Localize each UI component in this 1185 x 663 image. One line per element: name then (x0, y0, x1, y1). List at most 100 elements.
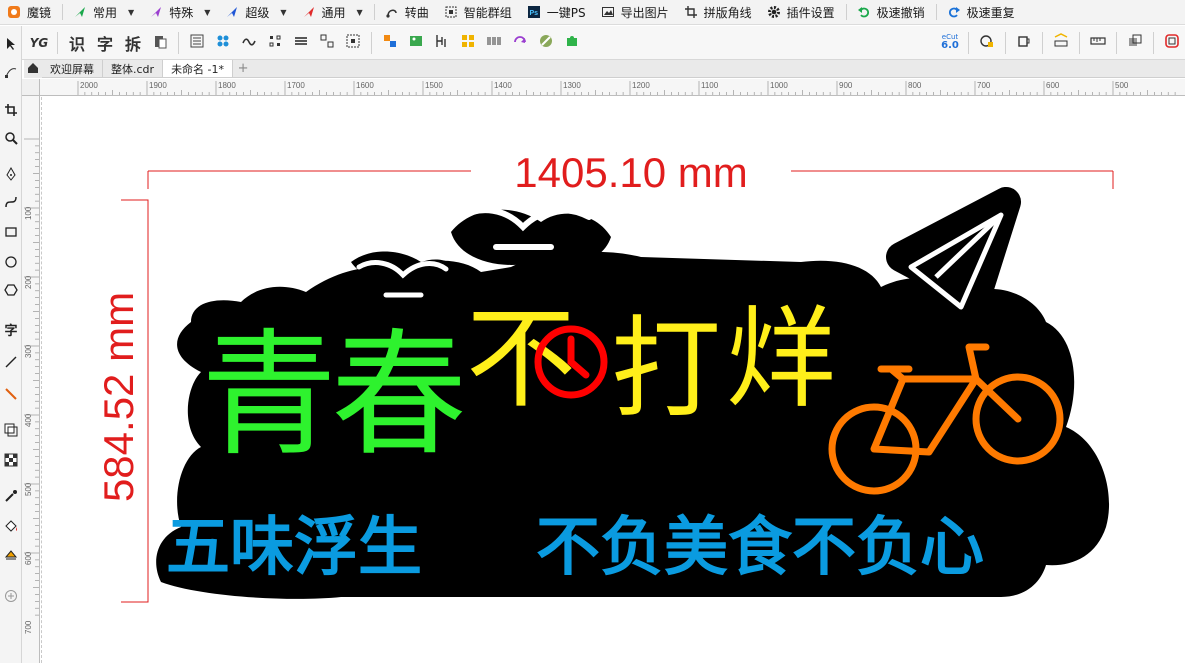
barcode-button[interactable] (482, 31, 506, 55)
text-button[interactable]: 字 (92, 31, 118, 55)
secondary-toolbar: YG 识 字 拆 eCut 6.0 (0, 26, 1185, 60)
ecut-button[interactable]: eCut 6.0 (938, 31, 962, 55)
tab-welcome[interactable]: 欢迎屏幕 (42, 60, 103, 77)
hexagon-icon (4, 283, 18, 300)
separator (935, 4, 937, 20)
wave-button[interactable] (237, 31, 261, 55)
crop-marks-icon (683, 4, 699, 20)
ruler-corner[interactable] (22, 79, 40, 96)
cup-button[interactable] (1012, 31, 1036, 55)
menu-item-label: 通用 (321, 5, 346, 20)
action-label: 插件设置 (786, 5, 835, 20)
home-tab-icon-box[interactable] (24, 60, 42, 78)
action-label: 导出图片 (620, 5, 669, 20)
convert-curve-button[interactable]: 转曲 (378, 0, 437, 25)
convert-curve-icon (384, 4, 400, 20)
pick-tool[interactable] (2, 36, 20, 54)
plugin-settings-button[interactable]: 插件设置 (760, 0, 843, 25)
split-button[interactable]: 拆 (120, 31, 146, 55)
ruler-label: 600 (1046, 81, 1060, 90)
pen-nib-icon (4, 166, 18, 184)
quick-redo-button[interactable]: 极速重复 (940, 0, 1023, 25)
interactive-fill-tool[interactable] (2, 546, 20, 564)
arrange-icon (1127, 33, 1143, 52)
repeat-button[interactable] (508, 31, 532, 55)
rectangle-tool[interactable] (2, 224, 20, 242)
drawing-canvas[interactable]: 1405.10 mm 584.52 mm 青 春 不 打 烊 五味浮生 不负美食… (41, 97, 1185, 663)
line-tool[interactable] (2, 354, 20, 372)
add-tool-button[interactable] (2, 588, 20, 606)
crop-tool[interactable] (2, 102, 20, 120)
column-button[interactable] (430, 31, 454, 55)
separator (1005, 31, 1006, 54)
menu-item-general[interactable]: 通用 ▼ (295, 0, 371, 25)
red-frame-button[interactable] (1160, 31, 1184, 55)
menu-item-special[interactable]: 特殊 ▼ (142, 0, 218, 25)
yg-logo-button[interactable]: YG (27, 31, 51, 55)
connector-tool[interactable] (2, 386, 20, 404)
dots-button[interactable] (263, 31, 287, 55)
polygon-tool[interactable] (2, 282, 20, 300)
crop-marks-button[interactable]: 拼版角线 (677, 0, 760, 25)
measure-button[interactable] (1049, 31, 1073, 55)
list-button[interactable] (185, 31, 209, 55)
vertical-ruler[interactable]: 100 200 300 400 500 600 700 (22, 96, 40, 663)
pattern-button[interactable] (211, 31, 235, 55)
lines-button[interactable] (289, 31, 313, 55)
ruler-label: 900 (839, 81, 853, 90)
separator (968, 31, 969, 54)
green-arrow-icon (72, 4, 88, 20)
node-tool[interactable] (2, 64, 20, 82)
transparency-tool[interactable] (2, 452, 20, 470)
pen-tool-button[interactable] (534, 31, 558, 55)
text-tool[interactable]: 字 (2, 320, 20, 339)
repeat-icon (512, 33, 528, 52)
tab-document-whole[interactable]: 整体.cdr (103, 60, 164, 77)
tab-untitled[interactable]: 未命名 -1* (163, 60, 234, 77)
title-char-yang: 烊 (726, 295, 836, 423)
export-image-button[interactable]: 导出图片 (594, 0, 677, 25)
app-menu[interactable]: 魔镜 (0, 0, 59, 25)
curve-tool[interactable] (2, 194, 20, 212)
menu-item-common[interactable]: 常用 ▼ (66, 0, 142, 25)
interactive-fill-icon (4, 547, 18, 564)
separator (1079, 31, 1080, 54)
pen-tool[interactable] (2, 166, 20, 184)
align-button[interactable] (315, 31, 339, 55)
select-box-button[interactable] (341, 31, 365, 55)
ellipse-tool[interactable] (2, 254, 20, 272)
ruler-label: 1700 (287, 81, 305, 90)
separator (371, 31, 372, 54)
select-box-icon (345, 33, 361, 52)
magnifier-icon (4, 131, 18, 148)
tab-label: 未命名 -1* (171, 62, 225, 76)
arrange-button[interactable] (1123, 31, 1147, 55)
neon-sign-artwork[interactable]: 1405.10 mm 584.52 mm 青 春 不 打 烊 五味浮生 不负美食… (41, 97, 1185, 663)
eyedropper-tool[interactable] (2, 488, 20, 506)
smart-group-button[interactable]: 智能群组 (437, 0, 520, 25)
color-blocks-button[interactable] (378, 31, 402, 55)
shadow-tool[interactable] (2, 422, 20, 440)
menu-item-label: 超级 (245, 5, 270, 20)
app-logo-icon (6, 4, 22, 20)
grid-button[interactable] (456, 31, 480, 55)
image-button[interactable] (404, 31, 428, 55)
clipboard-button[interactable] (148, 31, 172, 55)
grid-icon (460, 33, 476, 52)
horizontal-ruler[interactable]: 2000 1900 1800 1700 1600 1500 1400 1300 1200 1100… (40, 79, 1185, 96)
fill-tool[interactable] (2, 518, 20, 536)
action-label: 极速撤销 (876, 5, 925, 20)
action-label: 一键PS (546, 5, 586, 20)
add-tab-button[interactable]: + (233, 60, 253, 77)
plus-icon: + (237, 61, 249, 76)
puzzle-button[interactable] (560, 31, 584, 55)
menu-item-super[interactable]: 超级 ▼ (218, 0, 294, 25)
rectangle-icon (4, 225, 18, 242)
shape-edit-button[interactable] (975, 31, 999, 55)
one-click-ps-button[interactable]: Ps 一键PS (520, 0, 594, 25)
zoom-tool[interactable] (2, 130, 20, 148)
undo-icon (856, 4, 872, 20)
recognize-button[interactable]: 识 (64, 31, 90, 55)
quick-undo-button[interactable]: 极速撤销 (850, 0, 933, 25)
ruler-button[interactable] (1086, 31, 1110, 55)
